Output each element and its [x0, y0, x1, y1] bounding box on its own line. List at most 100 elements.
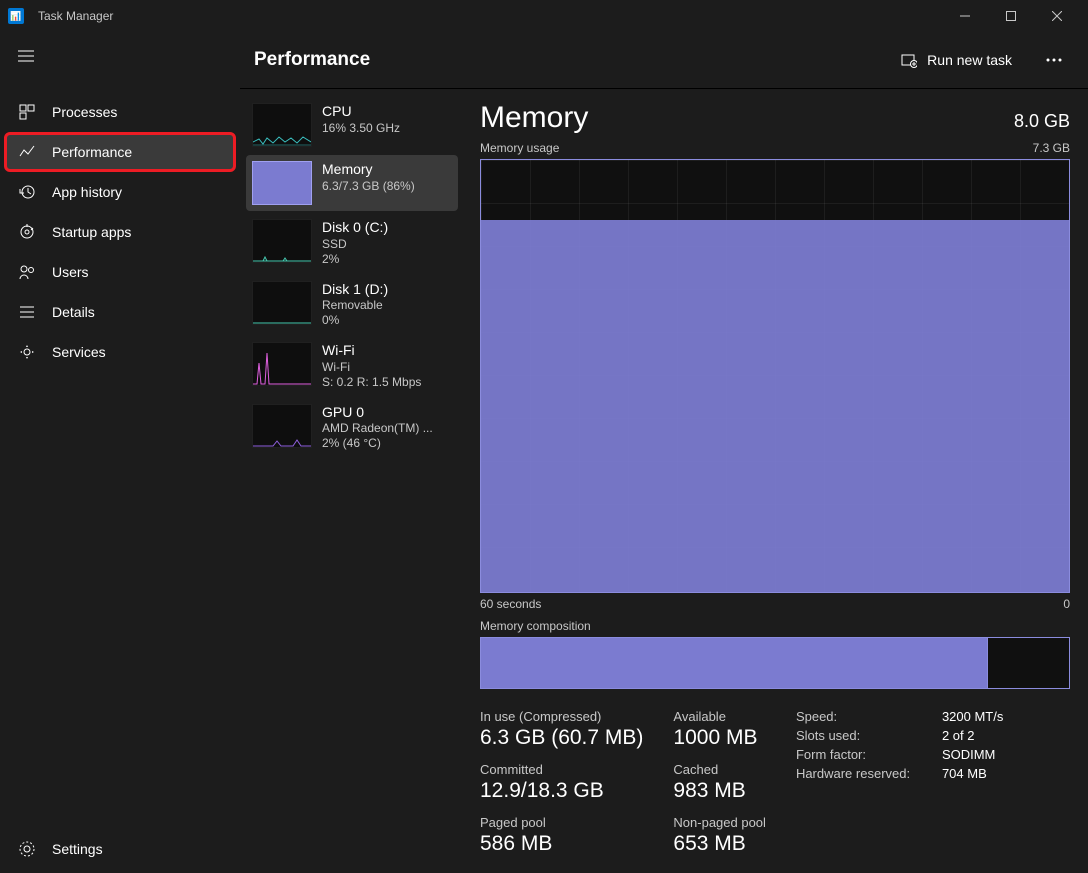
category-title: Memory: [322, 161, 415, 179]
kv-key: Hardware reserved:: [796, 766, 926, 781]
cpu-thumbnail: [252, 103, 312, 147]
composition-label: Memory composition: [480, 619, 1070, 633]
run-new-task-label: Run new task: [927, 52, 1012, 68]
memory-stats: In use (Compressed) 6.3 GB (60.7 MB) Com…: [480, 709, 1070, 856]
more-options-button[interactable]: [1034, 43, 1074, 77]
category-cpu[interactable]: CPU 16% 3.50 GHz: [246, 97, 458, 153]
sidebar-item-app-history[interactable]: App history: [6, 174, 234, 210]
kv-value: 3200 MT/s: [942, 709, 1003, 724]
usage-label: Memory usage: [480, 141, 559, 155]
sidebar-item-label: Processes: [52, 104, 117, 120]
category-subtitle: Wi-Fi: [322, 360, 421, 375]
category-subtitle: AMD Radeon(TM) ...: [322, 421, 433, 436]
stat-label: Non-paged pool: [673, 815, 766, 830]
startup-icon: [18, 223, 36, 241]
category-title: GPU 0: [322, 404, 433, 422]
kv-key: Speed:: [796, 709, 926, 724]
sidebar-item-label: App history: [52, 184, 122, 200]
sidebar-item-startup-apps[interactable]: Startup apps: [6, 214, 234, 250]
performance-category-list: CPU 16% 3.50 GHz Memory 6.3/7.3 GB (86%): [240, 89, 462, 873]
category-subtitle2: 2%: [322, 252, 388, 267]
history-icon: [18, 183, 36, 201]
maximize-button[interactable]: [988, 0, 1034, 32]
sidebar-item-performance[interactable]: Performance: [6, 134, 234, 170]
category-subtitle: Removable: [322, 298, 388, 313]
category-title: Disk 1 (D:): [322, 281, 388, 299]
stat-value: 653 MB: [673, 832, 766, 856]
category-title: CPU: [322, 103, 400, 121]
usage-max: 7.3 GB: [1033, 141, 1070, 155]
sidebar-item-label: Performance: [52, 144, 132, 160]
category-subtitle2: 0%: [322, 313, 388, 328]
category-title: Wi-Fi: [322, 342, 421, 360]
category-subtitle: 6.3/7.3 GB (86%): [322, 179, 415, 194]
stat-value: 983 MB: [673, 779, 766, 803]
services-icon: [18, 343, 36, 361]
axis-right: 0: [1063, 597, 1070, 611]
disk1-thumbnail: [252, 281, 312, 325]
category-subtitle: SSD: [322, 237, 388, 252]
detail-panel: Memory 8.0 GB Memory usage 7.3 GB 60 sec…: [462, 89, 1088, 873]
page-title: Performance: [254, 49, 370, 71]
hamburger-button[interactable]: [6, 38, 46, 74]
performance-icon: [18, 143, 36, 161]
stat-value: 12.9/18.3 GB: [480, 779, 643, 803]
sidebar-item-label: Startup apps: [52, 224, 131, 240]
category-disk0[interactable]: Disk 0 (C:) SSD 2%: [246, 213, 458, 273]
wifi-thumbnail: [252, 342, 312, 386]
titlebar: 📊 Task Manager: [0, 0, 1088, 32]
stat-value: 1000 MB: [673, 726, 766, 750]
memory-properties: Speed: 3200 MT/s Slots used: 2 of 2 Form f…: [796, 709, 1003, 856]
category-memory[interactable]: Memory 6.3/7.3 GB (86%): [246, 155, 458, 211]
run-new-task-button[interactable]: Run new task: [889, 43, 1024, 77]
window-buttons: [942, 0, 1080, 32]
stat-label: Available: [673, 709, 766, 724]
axis-left: 60 seconds: [480, 597, 541, 611]
kv-value: SODIMM: [942, 747, 995, 762]
sidebar-item-label: Services: [52, 344, 106, 360]
stat-label: Committed: [480, 762, 643, 777]
sidebar-item-details[interactable]: Details: [6, 294, 234, 330]
app-title: Task Manager: [38, 9, 113, 23]
sidebar-item-settings[interactable]: Settings: [0, 825, 240, 873]
stat-label: Paged pool: [480, 815, 643, 830]
category-subtitle2: S: 0.2 R: 1.5 Mbps: [322, 375, 421, 390]
processes-icon: [18, 103, 36, 121]
sidebar: Processes Performance App history Startu…: [0, 32, 240, 873]
stat-value: 6.3 GB (60.7 MB): [480, 726, 643, 750]
memory-thumbnail: [252, 161, 312, 205]
category-wifi[interactable]: Wi-Fi Wi-Fi S: 0.2 R: 1.5 Mbps: [246, 336, 458, 396]
category-disk1[interactable]: Disk 1 (D:) Removable 0%: [246, 275, 458, 335]
run-task-icon: [901, 52, 917, 68]
gear-icon: [18, 840, 36, 858]
sidebar-item-users[interactable]: Users: [6, 254, 234, 290]
memory-usage-chart: [480, 159, 1070, 593]
sidebar-item-label: Users: [52, 264, 89, 280]
stat-label: Cached: [673, 762, 766, 777]
sidebar-item-processes[interactable]: Processes: [6, 94, 234, 130]
kv-value: 2 of 2: [942, 728, 975, 743]
close-button[interactable]: [1034, 0, 1080, 32]
kv-value: 704 MB: [942, 766, 987, 781]
memory-composition-bar: [480, 637, 1070, 689]
users-icon: [18, 263, 36, 281]
category-title: Disk 0 (C:): [322, 219, 388, 237]
stat-value: 586 MB: [480, 832, 643, 856]
minimize-button[interactable]: [942, 0, 988, 32]
disk0-thumbnail: [252, 219, 312, 263]
sidebar-item-services[interactable]: Services: [6, 334, 234, 370]
details-icon: [18, 303, 36, 321]
detail-title: Memory: [480, 101, 588, 135]
detail-total: 8.0 GB: [1014, 111, 1070, 132]
app-icon: 📊: [8, 8, 24, 24]
sidebar-item-label: Details: [52, 304, 95, 320]
category-gpu0[interactable]: GPU 0 AMD Radeon(TM) ... 2% (46 °C): [246, 398, 458, 458]
page-header: Performance Run new task: [240, 32, 1088, 89]
gpu-thumbnail: [252, 404, 312, 448]
stat-label: In use (Compressed): [480, 709, 643, 724]
kv-key: Form factor:: [796, 747, 926, 762]
settings-label: Settings: [52, 841, 103, 857]
category-subtitle2: 2% (46 °C): [322, 436, 433, 451]
kv-key: Slots used:: [796, 728, 926, 743]
category-subtitle: 16% 3.50 GHz: [322, 121, 400, 136]
